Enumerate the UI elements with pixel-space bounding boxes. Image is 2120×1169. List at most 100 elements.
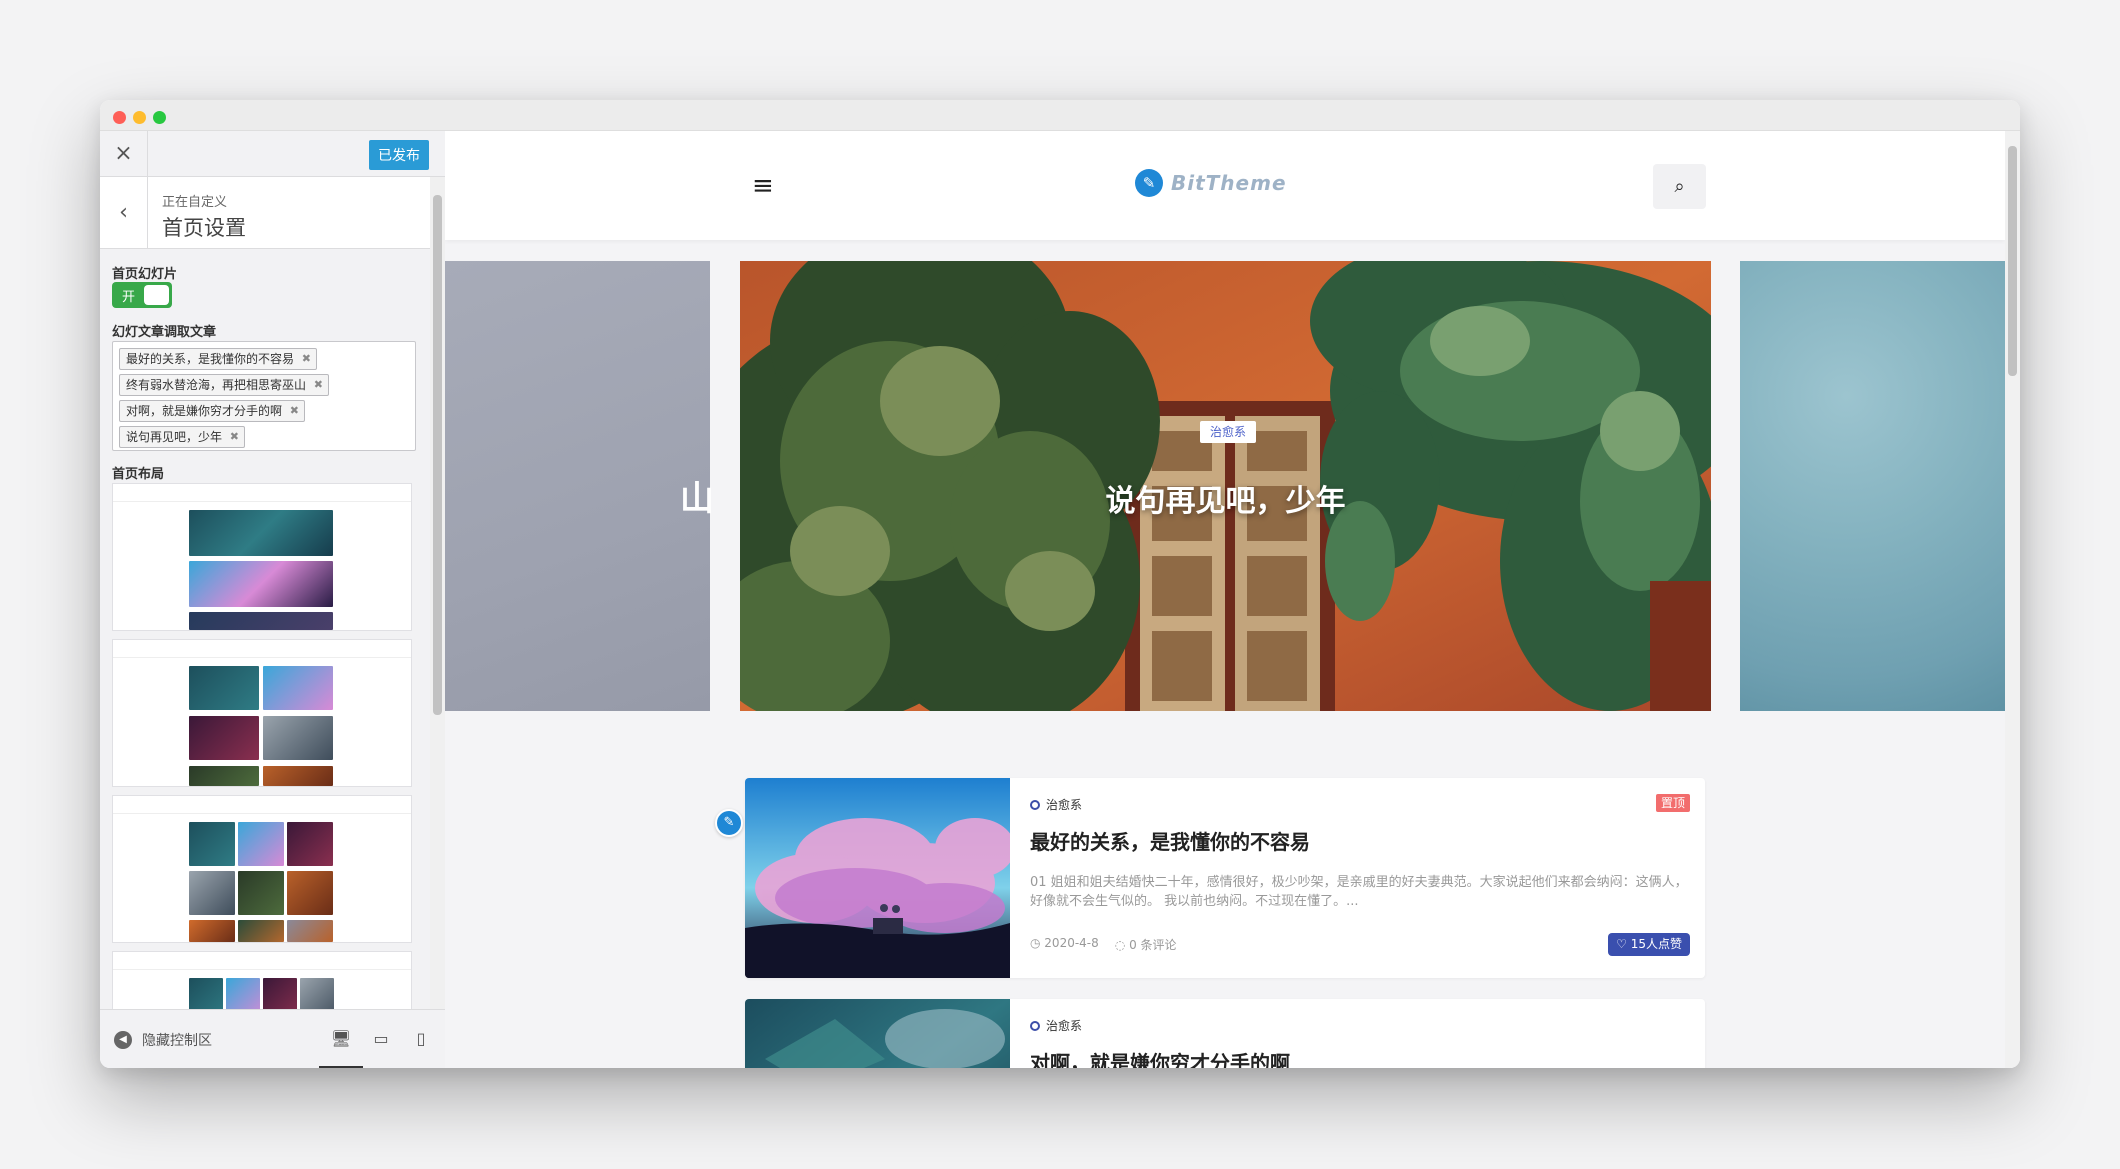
close-icon[interactable]: × xyxy=(100,131,148,177)
thumb-image xyxy=(226,978,260,1009)
thumb-image xyxy=(263,978,297,1009)
section-header: ‹ 正在自定义 首页设置 xyxy=(100,177,430,249)
thumb-image xyxy=(189,561,333,607)
thumb-header xyxy=(113,796,411,814)
customizer-header: × 已发布 xyxy=(100,131,445,177)
slide-active[interactable]: 治愈系 说句再见吧，少年 xyxy=(740,261,1711,711)
thumb-image xyxy=(189,920,235,942)
thumb-image xyxy=(238,822,284,866)
toggle-knob xyxy=(144,285,169,305)
site-header: ≡ ✎ BitTheme ⌕ xyxy=(445,131,2005,240)
category-dot-icon xyxy=(1030,1020,1040,1031)
title-bar xyxy=(100,100,2020,131)
layout-label: 首页布局 xyxy=(112,467,165,482)
post-date: ◷ 2020-4-8 xyxy=(1030,936,1099,950)
remove-tag-icon[interactable]: ✖ xyxy=(314,375,323,395)
thumb-header xyxy=(113,484,411,502)
thumb-image xyxy=(287,871,333,915)
layout-option-grid-4[interactable] xyxy=(112,951,412,1009)
edit-shortcut-icon[interactable]: ✎ xyxy=(715,809,743,837)
customizer-controls: 首页幻灯片 开 幻灯文章调取文章 最好的关系，是我懂你的不容易 ✖ 终有弱水替沧海… xyxy=(100,249,430,1009)
customizing-subtitle: 正在自定义 xyxy=(162,195,228,210)
post-category[interactable]: 治愈系 xyxy=(1030,1017,1082,1034)
slide-prev[interactable]: 山 xyxy=(445,261,714,711)
thumb-image xyxy=(287,822,333,866)
post-title[interactable]: 对啊，就是嫌你穷才分手的啊 xyxy=(1030,1047,1290,1068)
thumb-image xyxy=(189,871,235,915)
remove-tag-icon[interactable]: ✖ xyxy=(290,401,299,421)
site-preview: ≡ ✎ BitTheme ⌕ 山 治愈系 说句再见吧，少年 治愈系 置顶 最好的… xyxy=(445,131,2020,1068)
thumb-image xyxy=(263,716,333,760)
comment-icon: ◌ xyxy=(1114,938,1130,952)
layout-option-list[interactable] xyxy=(112,483,412,631)
layout-option-grid-3[interactable] xyxy=(112,795,412,943)
thumb-header xyxy=(113,952,411,970)
search-icon[interactable]: ⌕ xyxy=(1653,164,1706,209)
post-category[interactable]: 治愈系 xyxy=(1030,796,1082,813)
thumb-image xyxy=(189,978,223,1009)
layout-option-grid-2[interactable] xyxy=(112,639,412,787)
maximize-window-button[interactable] xyxy=(153,111,166,124)
selected-post-tag: 说句再见吧，少年 ✖ xyxy=(119,426,246,448)
post-title[interactable]: 最好的关系，是我懂你的不容易 xyxy=(1030,826,1310,855)
post-card[interactable]: 治愈系 对啊，就是嫌你穷才分手的啊 xyxy=(745,999,1705,1068)
selected-post-tag: 对啊，就是嫌你穷才分手的啊 ✖ xyxy=(119,400,306,422)
toggle-label: 开 xyxy=(122,290,136,305)
customizer-footer: ◀ 隐藏控制区 🖥 ▭ ▯ xyxy=(100,1009,445,1068)
sticky-badge: 置顶 xyxy=(1655,794,1690,812)
thumb-image xyxy=(189,612,333,630)
slideshow-label: 首页幻灯片 xyxy=(112,267,178,282)
tablet-icon[interactable]: ▭ xyxy=(359,1024,403,1068)
collapse-icon: ◀ xyxy=(114,1031,132,1049)
thumb-image xyxy=(189,766,259,786)
customizer-sidebar: × 已发布 ‹ 正在自定义 首页设置 首页幻灯片 开 幻灯文章调取文章 最好的关… xyxy=(100,131,445,1068)
section-title: 首页设置 xyxy=(162,216,246,240)
sidebar-scroll-thumb[interactable] xyxy=(433,195,442,715)
slide-posts-select[interactable]: 最好的关系，是我懂你的不容易 ✖ 终有弱水替沧海，再把相思寄巫山 ✖ 对啊，就是嫌你… xyxy=(112,341,416,451)
post-thumbnail[interactable] xyxy=(745,778,1010,978)
post-excerpt: 01 姐姐和姐夫结婚快二十年，感情很好，极少吵架，是亲戚里的好夫妻典范。大家说起… xyxy=(1030,875,1688,909)
selected-post-tag: 终有弱水替沧海，再把相思寄巫山 ✖ xyxy=(119,374,330,396)
slide-next[interactable] xyxy=(1740,261,2005,711)
thumb-image xyxy=(189,510,333,556)
slide-posts-label: 幻灯文章调取文章 xyxy=(112,325,217,340)
slide-prev-title: 山 xyxy=(680,479,714,519)
thumb-image xyxy=(263,666,333,710)
slide-title[interactable]: 说句再见吧，少年 xyxy=(740,476,1711,520)
hide-controls-label: 隐藏控制区 xyxy=(142,1033,212,1049)
thumb-image xyxy=(287,920,333,942)
post-thumbnail[interactable] xyxy=(745,999,1010,1068)
thumb-image xyxy=(189,666,259,710)
selected-post-tag: 最好的关系，是我懂你的不容易 ✖ xyxy=(119,348,318,370)
thumb-image xyxy=(238,920,284,942)
site-logo[interactable]: ✎ BitTheme xyxy=(1135,169,1287,197)
hide-controls-button[interactable]: ◀ 隐藏控制区 xyxy=(114,1030,212,1050)
close-window-button[interactable] xyxy=(113,111,126,124)
hamburger-menu-icon[interactable]: ≡ xyxy=(752,171,774,201)
thumb-header xyxy=(113,640,411,658)
desktop-icon[interactable]: 🖥 xyxy=(319,1024,363,1068)
category-dot-icon xyxy=(1030,799,1040,810)
remove-tag-icon[interactable]: ✖ xyxy=(230,427,239,447)
browser-window: × 已发布 ‹ 正在自定义 首页设置 首页幻灯片 开 幻灯文章调取文章 最好的关… xyxy=(100,100,2020,1068)
like-button[interactable]: ♡ 15人点赞 xyxy=(1608,933,1690,956)
slideshow-toggle[interactable]: 开 xyxy=(112,282,172,308)
post-card[interactable]: 治愈系 置顶 最好的关系，是我懂你的不容易 01 姐姐和姐夫结婚快二十年，感情很… xyxy=(745,778,1705,978)
post-comments[interactable]: ◌ 0 条评论 xyxy=(1115,936,1177,953)
logo-text: BitTheme xyxy=(1171,171,1287,195)
minimize-window-button[interactable] xyxy=(133,111,146,124)
mobile-icon[interactable]: ▯ xyxy=(399,1024,443,1068)
preview-scrollbar[interactable] xyxy=(2005,131,2020,1068)
thumb-image xyxy=(189,822,235,866)
sidebar-scrollbar[interactable] xyxy=(430,177,445,1009)
thumb-image xyxy=(189,716,259,760)
slide-category-badge[interactable]: 治愈系 xyxy=(1200,421,1257,443)
post-meta: ◷ 2020-4-8 ◌ 0 条评论 xyxy=(1030,936,1177,953)
thumb-image xyxy=(263,766,333,786)
back-icon[interactable]: ‹ xyxy=(100,177,148,249)
preview-scroll-thumb[interactable] xyxy=(2008,146,2017,376)
thumb-image xyxy=(300,978,334,1009)
publish-button[interactable]: 已发布 xyxy=(369,140,429,170)
remove-tag-icon[interactable]: ✖ xyxy=(302,349,311,369)
pencil-icon: ✎ xyxy=(1135,169,1163,197)
